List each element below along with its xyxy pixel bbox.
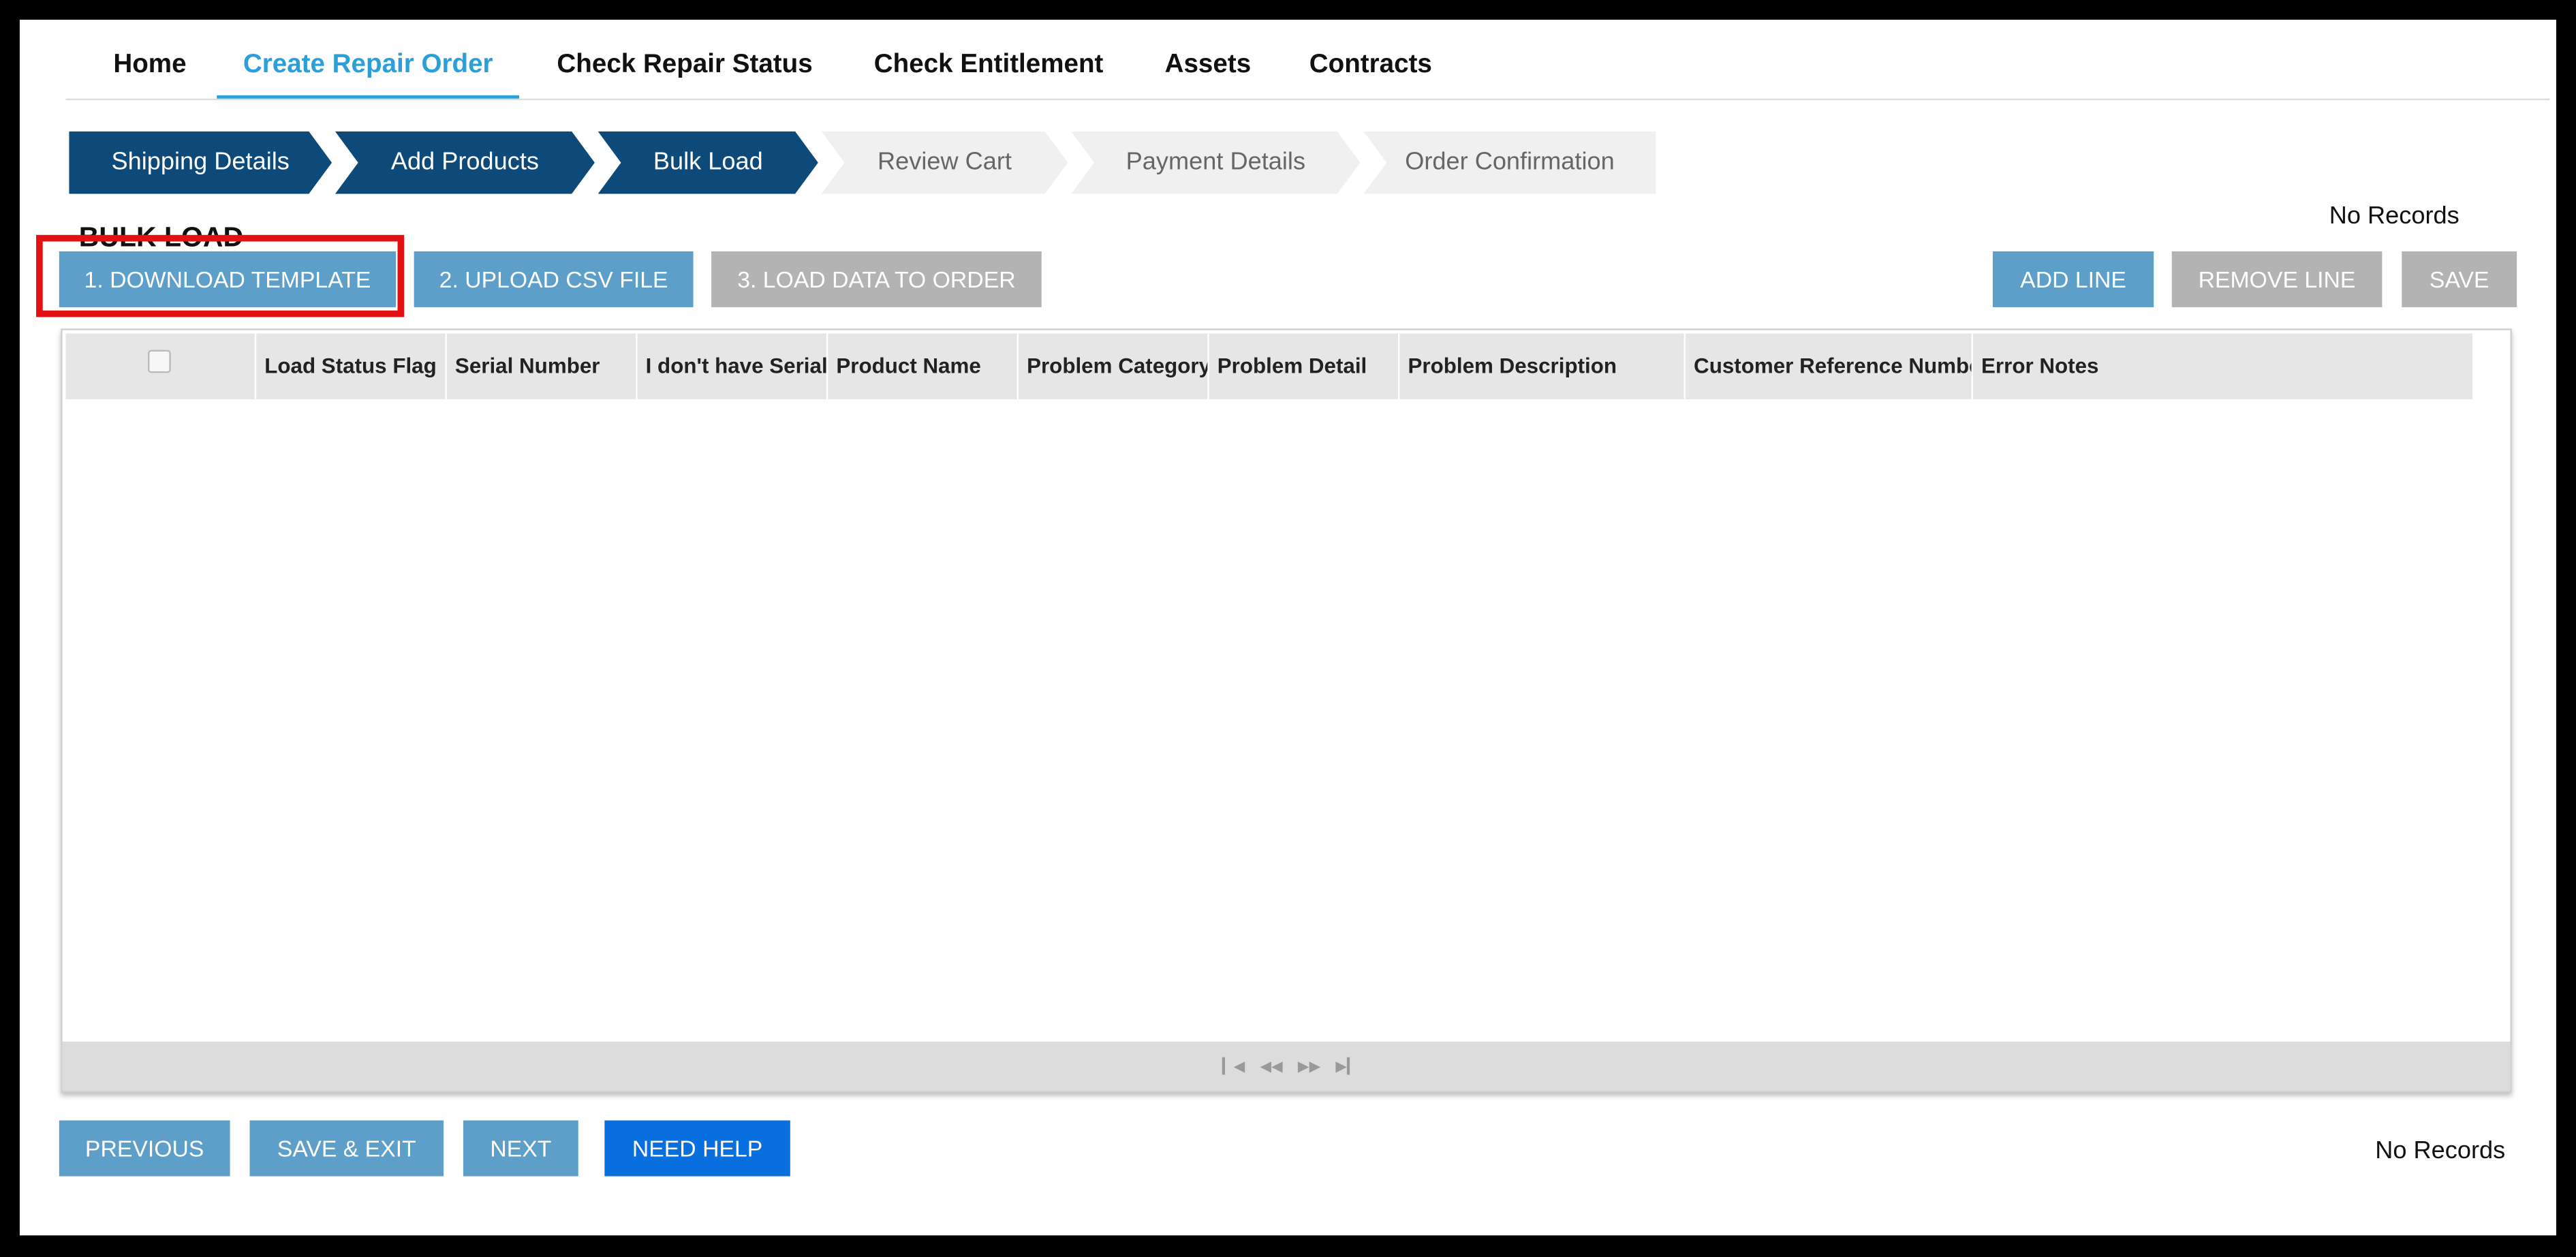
nav-check-entitlement[interactable]: Check Entitlement (874, 36, 1104, 95)
column-header[interactable]: Load Status Flag (256, 333, 447, 399)
step-bulk-load[interactable]: Bulk Load (598, 131, 818, 194)
next-page-icon[interactable]: ▶▶ (1298, 1042, 1320, 1091)
column-header[interactable]: Product Name (828, 333, 1019, 399)
step-shipping-details[interactable]: Shipping Details (69, 131, 332, 194)
nav-assets[interactable]: Assets (1165, 36, 1252, 95)
page-panel: Home Create Repair Order Check Repair St… (19, 19, 2556, 1236)
step-order-confirmation: Order Confirmation (1363, 131, 1656, 194)
step-payment-details: Payment Details (1071, 131, 1360, 194)
header-select-all (65, 333, 257, 399)
column-header[interactable]: Problem Detail (1209, 333, 1400, 399)
column-header[interactable]: I don't have Serial (638, 333, 828, 399)
top-navigation: Home Create Repair Order Check Repair St… (65, 36, 2550, 101)
upload-csv-button[interactable]: 2. UPLOAD CSV FILE (414, 251, 694, 307)
bulk-load-grid: Load Status Flag Serial Number I don't h… (61, 328, 2512, 1093)
grid-pager: ▎◀ ◀◀ ▶▶ ▶▎ (62, 1041, 2511, 1091)
column-header[interactable]: Error Notes (1973, 333, 2474, 399)
step-add-products[interactable]: Add Products (335, 131, 595, 194)
add-line-button[interactable]: ADD LINE (1992, 251, 2154, 307)
select-all-checkbox[interactable] (148, 350, 171, 373)
previous-button[interactable]: PREVIOUS (59, 1120, 230, 1177)
grid-header: Load Status Flag Serial Number I don't h… (65, 333, 2474, 399)
save-button[interactable]: SAVE (2402, 251, 2517, 307)
nav-home[interactable]: Home (113, 36, 186, 95)
first-page-icon[interactable]: ▎◀ (1222, 1042, 1245, 1091)
load-data-button[interactable]: 3. LOAD DATA TO ORDER (711, 251, 1042, 307)
need-help-button[interactable]: NEED HELP (604, 1120, 790, 1177)
records-count-bottom: No Records (2375, 1136, 2506, 1165)
last-page-icon[interactable]: ▶▎ (1335, 1042, 1358, 1091)
next-button[interactable]: NEXT (463, 1120, 578, 1177)
column-header[interactable]: Serial Number (447, 333, 638, 399)
column-header[interactable]: Problem Description (1399, 333, 1686, 399)
prev-page-icon[interactable]: ◀◀ (1260, 1042, 1282, 1091)
highlight-box (36, 234, 405, 317)
step-review-cart: Review Cart (822, 131, 1068, 194)
column-header[interactable]: Problem Category (1019, 333, 1209, 399)
nav-check-repair-status[interactable]: Check Repair Status (557, 36, 812, 95)
save-exit-button[interactable]: SAVE & EXIT (249, 1120, 444, 1177)
remove-line-button[interactable]: REMOVE LINE (2171, 251, 2383, 307)
column-header[interactable]: Customer Reference Number (1686, 333, 1973, 399)
nav-create-repair-order[interactable]: Create Repair Order (217, 36, 520, 99)
nav-contracts[interactable]: Contracts (1309, 36, 1432, 95)
records-count-top: No Records (2329, 202, 2459, 230)
